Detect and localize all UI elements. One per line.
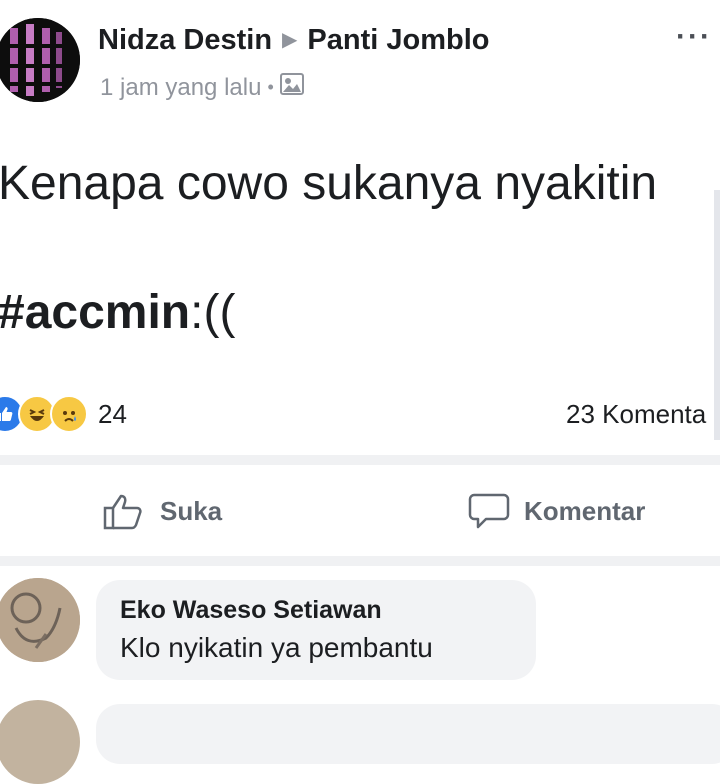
arrow-right-icon: ▶ — [282, 29, 298, 51]
scroll-edge — [714, 190, 720, 440]
thumbs-up-icon — [103, 494, 142, 530]
comment-button[interactable]: Komentar — [468, 491, 645, 531]
like-button-label: Suka — [160, 495, 223, 526]
post-hashtag-line: #accmin:(( — [0, 285, 235, 340]
commenter-name[interactable]: Eko Waseso Setiawan — [120, 596, 382, 625]
comment-bubble: Eko Waseso Setiawan Klo nyikatin ya pemb… — [96, 580, 536, 680]
audience-icon[interactable] — [279, 73, 304, 102]
author-avatar[interactable] — [0, 18, 80, 102]
next-comment-bubble — [96, 704, 720, 764]
comment-text: Klo nyikatin ya pembantu — [120, 632, 433, 663]
hashtag-link[interactable]: #accmin — [0, 286, 190, 339]
hashtag-suffix: :(( — [190, 286, 236, 339]
group-name[interactable]: Panti Jomblo — [307, 24, 489, 56]
reaction-count: 24 — [98, 398, 127, 429]
divider — [0, 455, 720, 465]
post-text: Kenapa cowo sukanya nyakitin — [0, 157, 658, 210]
like-button[interactable]: Suka — [102, 491, 222, 531]
reaction-summary[interactable]: 24 — [0, 395, 127, 433]
next-commenter-avatar[interactable] — [0, 700, 80, 784]
post-meta: 1 jam yang lalu • — [100, 73, 304, 102]
divider — [0, 556, 720, 566]
comment-count-link[interactable]: 23 Komenta — [566, 399, 706, 430]
action-bar: Suka Komentar — [0, 465, 720, 555]
comment-bubble-icon — [468, 493, 510, 529]
more-options-icon[interactable]: ··· — [676, 20, 712, 54]
author-name[interactable]: Nidza Destin — [98, 24, 272, 56]
post-header: Nidza Destin ▶ Panti Jomblo — [98, 24, 490, 57]
separator-dot: • — [267, 77, 274, 97]
commenter-avatar[interactable] — [0, 578, 80, 662]
comment-button-label: Komentar — [524, 495, 646, 526]
post-time[interactable]: 1 jam yang lalu — [100, 74, 261, 102]
sad-reaction-icon — [50, 395, 88, 433]
